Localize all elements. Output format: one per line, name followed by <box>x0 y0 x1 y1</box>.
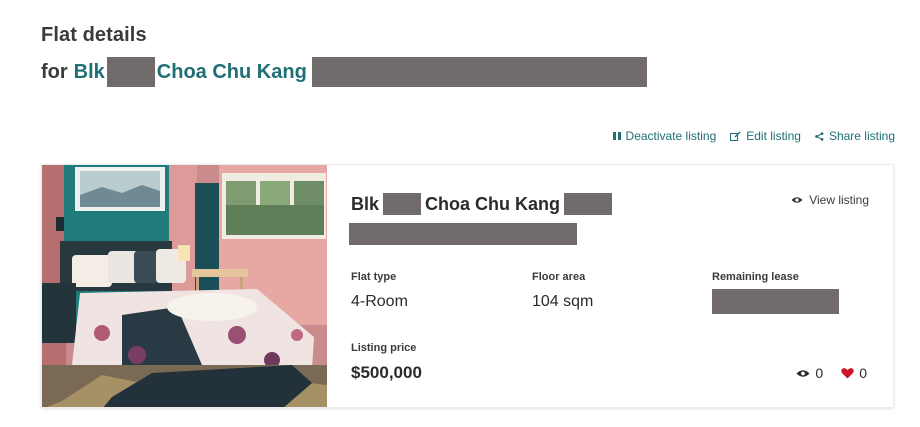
eye-icon <box>796 369 810 377</box>
edit-listing-label: Edit listing <box>746 129 801 143</box>
listing-actions: Deactivate listing Edit listing Share li… <box>612 129 895 143</box>
views-count: 0 <box>796 365 823 381</box>
page-title: Flat details <box>41 24 147 46</box>
floor-area-value: 104 sqm <box>532 293 594 310</box>
flat-type-label: Flat type <box>351 271 397 283</box>
listing-title-blk: Blk <box>351 193 380 214</box>
page-subtitle: for Blk Choa Chu Kang <box>41 57 647 87</box>
redacted-remaining-lease <box>712 289 839 314</box>
subtitle-blk-link[interactable]: Blk <box>74 61 105 84</box>
redacted-unit <box>564 193 613 215</box>
views-count-value: 0 <box>815 365 824 381</box>
share-icon <box>815 131 824 141</box>
eye-icon <box>791 197 803 203</box>
share-listing-label: Share listing <box>828 129 895 143</box>
listing-price-value: $500,000 <box>351 363 422 382</box>
share-listing-button[interactable]: Share listing <box>815 129 895 143</box>
likes-count[interactable]: 0 <box>841 365 867 381</box>
floor-area-label: Floor area <box>532 271 586 283</box>
redacted-address-line <box>349 223 577 245</box>
deactivate-listing-label: Deactivate listing <box>625 129 717 143</box>
redacted-address <box>311 57 647 87</box>
remaining-lease-label: Remaining lease <box>712 271 799 283</box>
bedroom-photo <box>42 165 327 407</box>
redacted-block-number <box>383 193 422 215</box>
listing-price-label: Listing price <box>351 342 417 354</box>
view-listing-link[interactable]: View listing <box>791 193 869 207</box>
subtitle-street-link[interactable]: Choa Chu Kang <box>157 61 307 84</box>
listing-info: Blk Choa Chu Kang View listing Flat type… <box>327 165 893 407</box>
listing-stats: 0 0 <box>796 365 867 381</box>
subtitle-prefix: for <box>41 60 68 83</box>
heart-icon <box>841 368 854 379</box>
view-listing-label: View listing <box>809 193 869 207</box>
flat-type-value: 4-Room <box>351 293 408 310</box>
listing-card: Blk Choa Chu Kang View listing Flat type… <box>41 164 894 408</box>
deactivate-listing-button[interactable]: Deactivate listing <box>612 129 717 143</box>
edit-listing-button[interactable]: Edit listing <box>730 129 801 143</box>
pause-icon <box>612 132 621 140</box>
listing-title-street: Choa Chu Kang <box>425 193 561 214</box>
likes-count-value: 0 <box>859 365 867 381</box>
listing-title: Blk Choa Chu Kang <box>351 193 613 215</box>
edit-icon <box>730 131 741 141</box>
redacted-block-number <box>106 57 155 87</box>
